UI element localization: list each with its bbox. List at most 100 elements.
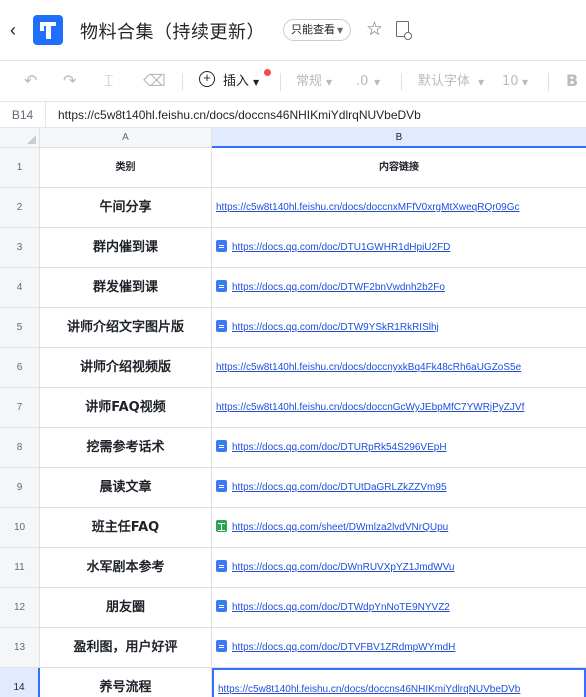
row-number[interactable]: 2 [0, 188, 40, 228]
content-link[interactable]: https://c5w8t140hl.feishu.cn/docs/doccnG… [216, 402, 524, 413]
formula-bar: B14 https://c5w8t140hl.feishu.cn/docs/do… [0, 102, 586, 128]
link-cell[interactable]: https://docs.qq.com/doc/DTWF2bnVwdnh2b2F… [212, 268, 586, 308]
content-link[interactable]: https://docs.qq.com/doc/DTWF2bnVwdnh2b2F… [232, 282, 445, 293]
clear-format-icon[interactable]: ⌫ [143, 71, 166, 91]
row-number[interactable]: 7 [0, 388, 40, 428]
table-row: 14 养号流程 https://c5w8t140hl.feishu.cn/docs/… [0, 668, 586, 697]
document-title: 物料合集（持续更新） [80, 22, 265, 43]
row-number[interactable]: 4 [0, 268, 40, 308]
category-cell[interactable]: 盈利图，用户好评 [40, 628, 212, 668]
font-size-caret-icon[interactable]: ▼ [522, 72, 528, 92]
decimal-button[interactable]: .0 [356, 72, 368, 92]
category-cell[interactable]: 群内催到课 [40, 228, 212, 268]
link-cell[interactable]: https://c5w8t140hl.feishu.cn/docs/doccnx… [212, 188, 586, 228]
decimal-caret-icon[interactable]: ▼ [374, 72, 380, 92]
number-format-dropdown[interactable]: 常规 [296, 72, 322, 92]
row-number[interactable]: 9 [0, 468, 40, 508]
table-row: 13 盈利图，用户好评 https://docs.qq.com/doc/DTVFBV… [0, 628, 586, 668]
row-number[interactable]: 3 [0, 228, 40, 268]
row-number[interactable]: 6 [0, 348, 40, 388]
table-row: 6 讲师介绍视频版 https://c5w8t140hl.feishu.cn/doc… [0, 348, 586, 388]
category-cell[interactable]: 班主任FAQ [40, 508, 212, 548]
link-cell[interactable]: https://docs.qq.com/doc/DTVFBV1ZRdmpWYmd… [212, 628, 586, 668]
table-row: 11 水军剧本参考 https://docs.qq.com/doc/DWnRUVXp… [0, 548, 586, 588]
category-cell[interactable]: 朋友圈 [40, 588, 212, 628]
column-header-a[interactable]: A [40, 128, 212, 148]
content-link[interactable]: https://docs.qq.com/doc/DTVFBV1ZRdmpWYmd… [232, 642, 455, 653]
app-logo [33, 15, 63, 45]
doc-file-icon [216, 280, 227, 292]
category-cell[interactable]: 水军剧本参考 [40, 548, 212, 588]
doc-file-icon [216, 240, 227, 252]
content-link[interactable]: https://c5w8t140hl.feishu.cn/docs/doccns… [218, 684, 520, 695]
category-cell[interactable]: 讲师介绍视频版 [40, 348, 212, 388]
link-cell[interactable]: https://docs.qq.com/sheet/DWmlza2lvdVNrQ… [212, 508, 586, 548]
table-row: 2 午间分享 https://c5w8t140hl.feishu.cn/docs/d… [0, 188, 586, 228]
row-number[interactable]: 5 [0, 308, 40, 348]
row-number[interactable]: 14 [0, 668, 40, 697]
link-cell[interactable]: https://docs.qq.com/doc/DTWdpYnNoTE9NYVZ… [212, 588, 586, 628]
row-number[interactable]: 13 [0, 628, 40, 668]
column-title-link[interactable]: 内容链接 [212, 148, 586, 188]
content-link[interactable]: https://docs.qq.com/doc/DTW9YSkR1RkRISlh… [232, 322, 439, 333]
notification-dot [264, 69, 271, 76]
row-number[interactable]: 1 [0, 148, 40, 188]
permission-dropdown[interactable]: 只能查看 ▼ [283, 19, 352, 41]
document-info-icon[interactable] [396, 21, 412, 40]
content-link[interactable]: https://docs.qq.com/doc/DTUtDaGRLZkZZVm9… [232, 482, 447, 493]
insert-button[interactable]: 插入 [223, 72, 249, 92]
category-cell[interactable]: 养号流程 [40, 668, 212, 697]
toolbar-divider [401, 73, 402, 91]
content-link[interactable]: https://docs.qq.com/sheet/DWmlza2lvdVNrQ… [232, 522, 448, 533]
content-link[interactable]: https://docs.qq.com/doc/DTWdpYnNoTE9NYVZ… [232, 602, 450, 613]
table-row: 7 讲师FAQ视频 https://c5w8t140hl.feishu.cn/doc… [0, 388, 586, 428]
link-cell[interactable]: https://c5w8t140hl.feishu.cn/docs/doccns… [212, 668, 586, 697]
category-cell[interactable]: 挖需参考话术 [40, 428, 212, 468]
content-link[interactable]: https://docs.qq.com/doc/DTURpRk54S296VEp… [232, 442, 447, 453]
redo-icon[interactable]: ↷ [63, 71, 76, 91]
link-cell[interactable]: https://docs.qq.com/doc/DTUtDaGRLZkZZVm9… [212, 468, 586, 508]
content-link[interactable]: https://c5w8t140hl.feishu.cn/docs/doccnx… [216, 202, 519, 213]
toolbar-divider [182, 73, 183, 91]
star-icon[interactable]: ☆ [366, 18, 383, 41]
link-cell[interactable]: https://docs.qq.com/doc/DWnRUVXpYZ1JmdWV… [212, 548, 586, 588]
content-link[interactable]: https://docs.qq.com/doc/DTU1GWHR1dHpiU2F… [232, 242, 450, 253]
category-cell[interactable]: 讲师介绍文字图片版 [40, 308, 212, 348]
font-size-dropdown[interactable]: 10 [502, 72, 519, 92]
font-family-dropdown[interactable]: 默认字体 [418, 72, 470, 92]
link-cell[interactable]: https://c5w8t140hl.feishu.cn/docs/doccny… [212, 348, 586, 388]
content-link[interactable]: https://docs.qq.com/doc/DWnRUVXpYZ1JmdWV… [232, 562, 455, 573]
column-header-b[interactable]: B [212, 128, 586, 148]
cell-reference[interactable]: B14 [0, 102, 46, 128]
link-cell[interactable]: https://docs.qq.com/doc/DTURpRk54S296VEp… [212, 428, 586, 468]
category-cell[interactable]: 午间分享 [40, 188, 212, 228]
row-number[interactable]: 10 [0, 508, 40, 548]
row-number[interactable]: 11 [0, 548, 40, 588]
undo-icon[interactable]: ↶ [24, 71, 37, 91]
row-number[interactable]: 8 [0, 428, 40, 468]
back-icon[interactable]: ‹ [10, 20, 26, 40]
font-family-caret-icon[interactable]: ▼ [478, 72, 484, 92]
link-cell[interactable]: https://docs.qq.com/doc/DTW9YSkR1RkRISlh… [212, 308, 586, 348]
row-number[interactable]: 12 [0, 588, 40, 628]
link-cell[interactable]: https://c5w8t140hl.feishu.cn/docs/doccnG… [212, 388, 586, 428]
insert-caret-icon[interactable]: ▼ [253, 72, 259, 92]
number-format-caret-icon[interactable]: ▼ [326, 72, 332, 92]
toolbar-divider [280, 73, 281, 91]
spreadsheet-grid: A B 1 类别 内容链接 2 午间分享 https://c5w8t140hl.feish… [0, 128, 586, 697]
link-cell[interactable]: https://docs.qq.com/doc/DTU1GWHR1dHpiU2F… [212, 228, 586, 268]
caret-down-icon: ▼ [337, 26, 344, 35]
content-link[interactable]: https://c5w8t140hl.feishu.cn/docs/doccny… [216, 362, 521, 373]
header-row: 1 类别 内容链接 [0, 148, 586, 188]
insert-plus-icon[interactable]: + [199, 71, 215, 87]
table-row: 10 班主任FAQ https://docs.qq.com/sheet/DWmlza… [0, 508, 586, 548]
formula-input[interactable]: https://c5w8t140hl.feishu.cn/docs/doccns… [58, 102, 421, 128]
bold-button[interactable]: B [566, 71, 578, 91]
category-cell[interactable]: 群发催到课 [40, 268, 212, 308]
format-painter-icon[interactable]: ⌶ [104, 71, 114, 91]
sheet-file-icon [216, 520, 227, 532]
category-cell[interactable]: 讲师FAQ视频 [40, 388, 212, 428]
column-title-category[interactable]: 类别 [40, 148, 212, 188]
select-all-corner[interactable] [0, 128, 40, 148]
category-cell[interactable]: 晨读文章 [40, 468, 212, 508]
